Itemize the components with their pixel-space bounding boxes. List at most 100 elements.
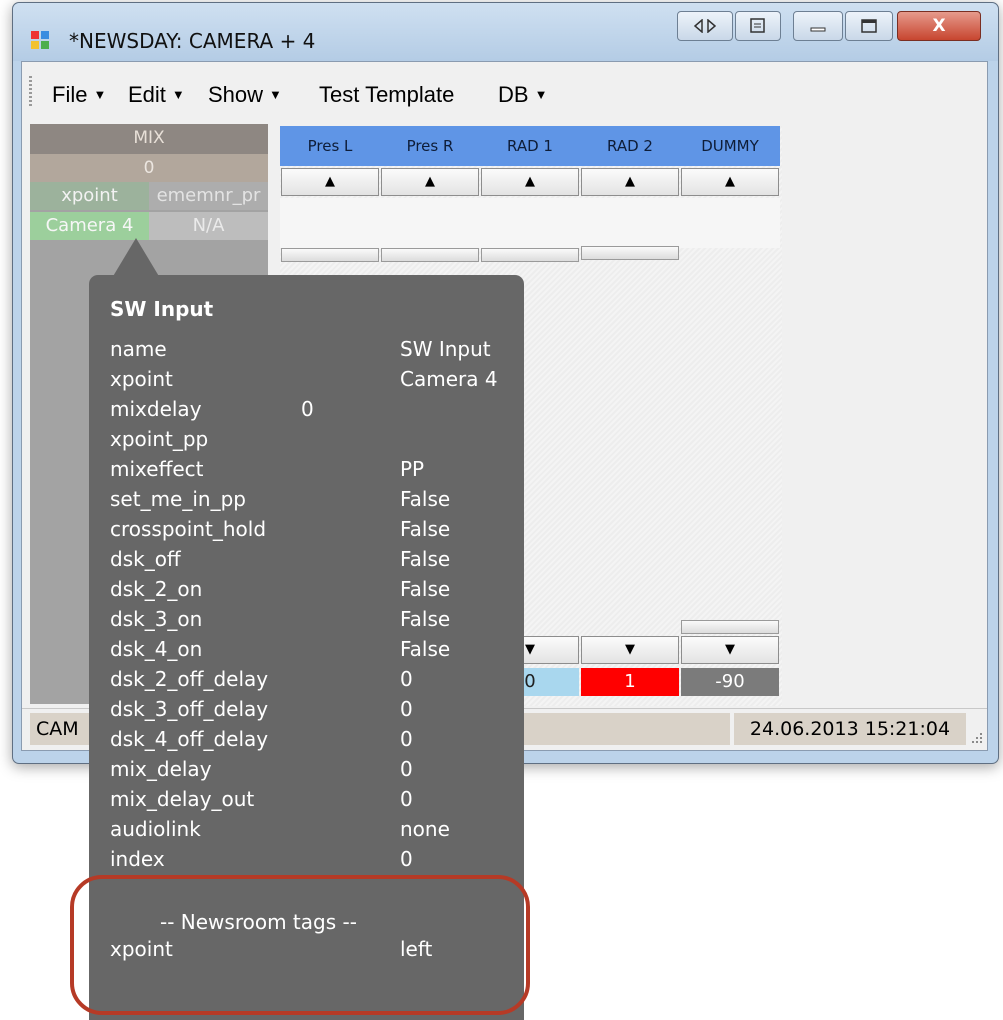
maximize-button[interactable] xyxy=(845,11,893,41)
tooltip-row: name SW Input xyxy=(110,337,510,367)
slot-bar[interactable] xyxy=(581,246,679,260)
tooltip-row: dsk_off False xyxy=(110,547,510,577)
row-key: dsk_3_on xyxy=(110,607,203,631)
slot-bar[interactable] xyxy=(281,248,379,262)
menu-test-template[interactable]: Test Template xyxy=(319,82,454,108)
slot-bar[interactable] xyxy=(681,620,779,634)
tooltip-title: SW Input xyxy=(110,297,214,321)
status-datetime: 24.06.2013 15:21:04 xyxy=(734,713,966,745)
row-value: 0 xyxy=(301,397,314,421)
row-value: 0 xyxy=(400,847,413,871)
row-key: dsk_4_on xyxy=(110,637,203,661)
menu-bar: File ▼ Edit ▼ Show ▼ Test Template DB ▼ xyxy=(22,62,987,120)
down-button[interactable]: ▼ xyxy=(681,636,779,664)
title-bar[interactable]: *NEWSDAY: CAMERA + 4 X xyxy=(13,3,998,61)
caret-down-icon: ▼ xyxy=(534,87,548,102)
value-cell-rad-2[interactable]: 1 xyxy=(581,668,679,696)
down-button[interactable]: ▼ xyxy=(581,636,679,664)
column-header-rad-2[interactable]: RAD 2 xyxy=(580,126,680,166)
maximize-icon xyxy=(861,19,877,33)
window-menu-button[interactable] xyxy=(735,11,781,41)
row-key: crosspoint_hold xyxy=(110,517,267,541)
row-value: False xyxy=(400,487,451,511)
row-key: audiolink xyxy=(110,817,201,841)
tooltip-row: index 0 xyxy=(110,847,510,877)
window-title: *NEWSDAY: CAMERA + 4 xyxy=(69,29,316,53)
tooltip-row: mix_delay 0 xyxy=(110,757,510,787)
caret-up-icon: ▲ xyxy=(425,174,435,189)
tooltip-pointer xyxy=(112,238,160,278)
caret-down-icon: ▼ xyxy=(625,642,635,657)
caret-down-icon: ▼ xyxy=(269,87,282,102)
row-value: False xyxy=(400,607,451,631)
row-key: dsk_off xyxy=(110,547,181,571)
menu-db[interactable]: DB ▼ xyxy=(498,82,547,108)
slot-bar[interactable] xyxy=(481,248,579,262)
caret-down-icon: ▼ xyxy=(171,87,185,102)
highlight-annotation xyxy=(70,875,530,1015)
row-key: dsk_3_off_delay xyxy=(110,697,269,721)
row-value: SW Input xyxy=(400,337,491,361)
value-cell-dummy[interactable]: -90 xyxy=(681,668,779,696)
row-value: none xyxy=(400,817,450,841)
row-value: False xyxy=(400,517,451,541)
row-value: False xyxy=(400,577,451,601)
up-button[interactable]: ▲ xyxy=(381,168,479,196)
mix-header[interactable]: MIX xyxy=(30,124,268,154)
row-value: False xyxy=(400,547,451,571)
tooltip-row: mix_delay_out 0 xyxy=(110,787,510,817)
row-key: dsk_4_off_delay xyxy=(110,727,269,751)
slot-bar[interactable] xyxy=(381,248,479,262)
row-key: xpoint_pp xyxy=(110,427,209,451)
row-key: mix_delay_out xyxy=(110,787,255,811)
xpoint-label-cell[interactable]: xpoint xyxy=(30,182,149,210)
row-key: dsk_2_on xyxy=(110,577,203,601)
column-header-pres-r[interactable]: Pres R xyxy=(380,126,480,166)
caret-up-icon: ▲ xyxy=(725,174,735,189)
caret-up-icon: ▲ xyxy=(325,174,335,189)
tooltip-row: mixeffect PP xyxy=(110,457,510,487)
tooltip-row: set_me_in_pp False xyxy=(110,487,510,517)
row-key: mixeffect xyxy=(110,457,204,481)
menu-edit[interactable]: Edit ▼ xyxy=(128,82,185,108)
menu-show[interactable]: Show ▼ xyxy=(208,82,282,108)
up-button[interactable]: ▲ xyxy=(481,168,579,196)
close-icon: X xyxy=(932,16,946,36)
row-key: mix_delay xyxy=(110,757,212,781)
tooltip-row: xpoint Camera 4 xyxy=(110,367,510,397)
menu-file[interactable]: File ▼ xyxy=(52,82,106,108)
column-header-pres-l[interactable]: Pres L xyxy=(280,126,380,166)
column-header-rad-1[interactable]: RAD 1 xyxy=(480,126,580,166)
menu-db-label: DB xyxy=(498,82,529,107)
caret-up-icon: ▲ xyxy=(625,174,635,189)
row-value: 0 xyxy=(400,667,413,691)
caret-down-icon: ▼ xyxy=(525,642,535,657)
resize-grip-icon[interactable] xyxy=(968,729,984,745)
na-cell[interactable]: N/A xyxy=(149,212,268,240)
toolbar-grip[interactable] xyxy=(29,76,32,108)
up-button[interactable]: ▲ xyxy=(581,168,679,196)
mix-value[interactable]: 0 xyxy=(30,154,268,182)
dock-button[interactable] xyxy=(677,11,733,41)
column-header-dummy[interactable]: DUMMY xyxy=(680,126,780,166)
row-value: Camera 4 xyxy=(400,367,498,391)
menu-test-template-label: Test Template xyxy=(319,82,455,107)
row-key: name xyxy=(110,337,167,361)
camera-cell[interactable]: Camera 4 xyxy=(30,212,149,240)
tooltip-row: audiolink none xyxy=(110,817,510,847)
caret-up-icon: ▲ xyxy=(525,174,535,189)
minimize-button[interactable] xyxy=(793,11,843,41)
xpoint-column-cell[interactable]: ememnr_pr xyxy=(149,182,268,210)
close-button[interactable]: X xyxy=(897,11,981,41)
row-key: xpoint xyxy=(110,367,173,391)
tooltip-row: dsk_3_off_delay 0 xyxy=(110,697,510,727)
row-key: set_me_in_pp xyxy=(110,487,246,511)
app-icon xyxy=(31,31,49,49)
row-value: False xyxy=(400,637,451,661)
menu-file-label: File xyxy=(52,82,88,107)
up-button[interactable]: ▲ xyxy=(681,168,779,196)
row-key: index xyxy=(110,847,165,871)
up-button[interactable]: ▲ xyxy=(281,168,379,196)
row-area xyxy=(280,198,780,248)
row-key: mixdelay xyxy=(110,397,202,421)
